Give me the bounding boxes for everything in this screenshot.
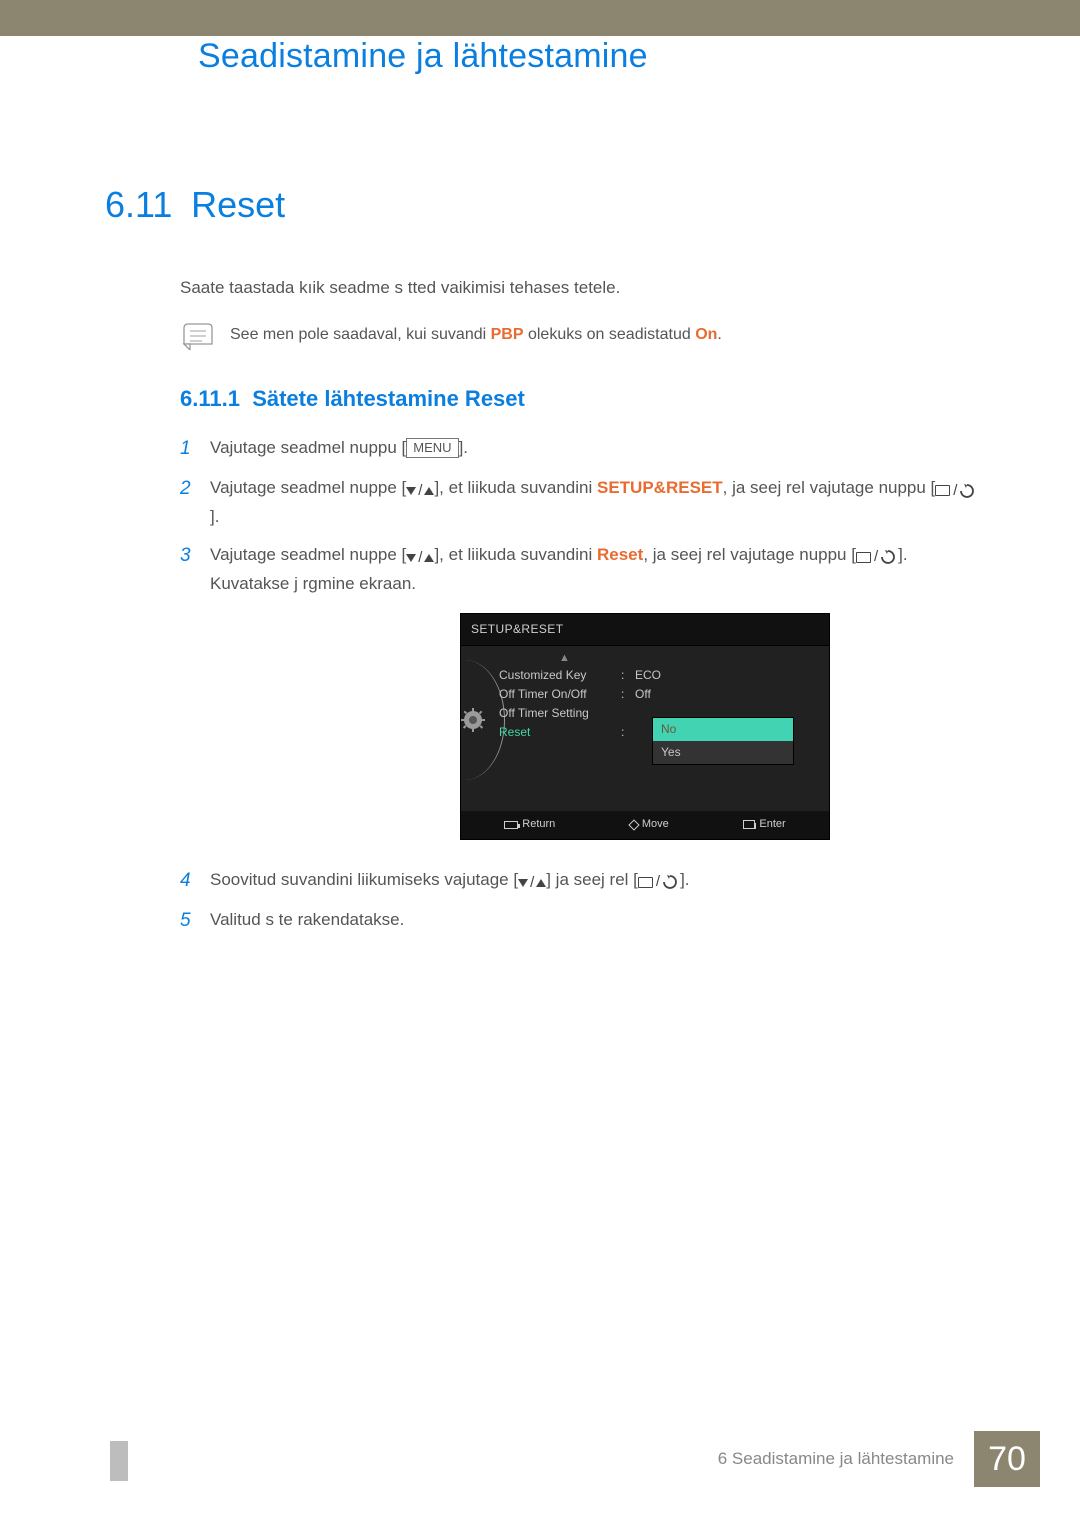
- enter-icon: /: [856, 545, 898, 569]
- section-heading: 6.11 Reset: [105, 184, 980, 226]
- osd-footer-label: Return: [522, 816, 555, 834]
- highlight: SETUP&RESET: [597, 478, 723, 497]
- note-icon: [180, 322, 216, 350]
- osd-footer-enter: Enter: [743, 816, 785, 834]
- osd-label: Off Timer Setting: [499, 704, 621, 723]
- note: See men pole saadaval, kui suvandi PBP o…: [180, 322, 980, 350]
- osd-footer-return: Return: [504, 816, 555, 834]
- step-number: 5: [180, 906, 210, 936]
- osd-up-arrow-icon: ▲: [499, 652, 819, 664]
- subsection-title: Sätete lähtestamine Reset: [252, 386, 525, 411]
- highlight: Reset: [597, 545, 643, 564]
- note-text-part: olekuks on seadistatud: [524, 326, 696, 343]
- step-5: 5 Valitud s te rakendatakse.: [180, 906, 980, 936]
- osd-title: SETUP&RESET: [461, 614, 829, 646]
- text: ].: [210, 507, 219, 526]
- return-icon: [504, 821, 518, 829]
- step-3: 3 Vajutage seadmel nuppe [/], et liikuda…: [180, 541, 980, 856]
- enter-icon: /: [935, 479, 977, 503]
- enter-icon: [743, 820, 755, 829]
- note-highlight: On: [695, 326, 717, 343]
- osd-label: Customized Key: [499, 666, 621, 685]
- osd-footer: Return Move Enter: [461, 811, 829, 839]
- footer-page-number: 70: [974, 1431, 1040, 1487]
- note-text: See men pole saadaval, kui suvandi PBP o…: [230, 322, 722, 346]
- chapter-title: Seadistamine ja lähtestamine: [198, 37, 648, 76]
- step-number: 1: [180, 434, 210, 464]
- section-intro: Saate taastada kıik seadme s tted vaikim…: [180, 278, 980, 298]
- osd-footer-move: Move: [630, 816, 669, 834]
- osd-colon: :: [621, 685, 635, 704]
- footer-accent-bar: [110, 1441, 128, 1481]
- move-icon: [628, 819, 639, 830]
- step-body: Vajutage seadmel nuppu [MENU].: [210, 434, 980, 461]
- step-1: 1 Vajutage seadmel nuppu [MENU].: [180, 434, 980, 464]
- menu-button-icon: MENU: [406, 438, 458, 458]
- section-title: Reset: [191, 184, 285, 225]
- page-content: 6.11 Reset Saate taastada kıik seadme s …: [0, 104, 1080, 936]
- text: ].: [680, 870, 689, 889]
- osd-colon: :: [621, 666, 635, 685]
- chapter-badge: [110, 24, 178, 76]
- text: Vajutage seadmel nuppe [: [210, 545, 406, 564]
- text: ] ja seej rel [: [546, 870, 638, 889]
- osd-left-decor: [461, 646, 497, 811]
- enter-icon: /: [638, 870, 680, 894]
- step-body: Valitud s te rakendatakse.: [210, 906, 980, 933]
- note-highlight: PBP: [491, 326, 524, 343]
- page-footer: 6 Seadistamine ja lähtestamine 70: [0, 1431, 1080, 1487]
- subsection-number: 6.11.1: [180, 386, 240, 411]
- text: , ja seej rel vajutage nuppu [: [723, 478, 936, 497]
- step-body: Soovitud suvandini liikumiseks vajutage …: [210, 866, 980, 895]
- step-2: 2 Vajutage seadmel nuppe [/], et liikuda…: [180, 474, 980, 530]
- step-4: 4 Soovitud suvandini liikumiseks vajutag…: [180, 866, 980, 896]
- subsection-heading: 6.11.1 Sätete lähtestamine Reset: [180, 386, 980, 412]
- step-list: 1 Vajutage seadmel nuppu [MENU]. 2 Vajut…: [180, 434, 980, 936]
- osd-screenshot: SETUP&RESET: [460, 613, 830, 840]
- text: Vajutage seadmel nuppu [: [210, 438, 406, 457]
- osd-footer-label: Move: [642, 816, 669, 834]
- osd-row: Off Timer On/Off : Off: [499, 685, 819, 704]
- text: Soovitud suvandini liikumiseks vajutage …: [210, 870, 518, 889]
- up-down-icon: /: [406, 546, 434, 570]
- step-number: 2: [180, 474, 210, 504]
- up-down-icon: /: [518, 871, 546, 895]
- note-text-part: See men pole saadaval, kui suvandi: [230, 326, 491, 343]
- text: Vajutage seadmel nuppe [: [210, 478, 406, 497]
- osd-colon: :: [621, 723, 635, 742]
- step-body: Vajutage seadmel nuppe [/], et liikuda s…: [210, 474, 980, 530]
- osd-value: Off: [635, 685, 819, 704]
- text: , ja seej rel vajutage nuppu [: [643, 545, 856, 564]
- osd-popup-option: Yes: [653, 741, 793, 764]
- osd-label-selected: Reset: [499, 723, 621, 742]
- text: ].: [459, 438, 468, 457]
- osd-value: ECO: [635, 666, 819, 685]
- osd-popup-option-selected: No: [653, 718, 793, 741]
- osd-popup: No Yes: [653, 718, 793, 764]
- gear-icon: [461, 708, 485, 732]
- osd-label: Off Timer On/Off: [499, 685, 621, 704]
- step-number: 4: [180, 866, 210, 896]
- text: ], et liikuda suvandini: [434, 478, 597, 497]
- osd-footer-label: Enter: [759, 816, 785, 834]
- osd-columns: ▲ Customized Key : ECO Off Timer On/Off …: [497, 646, 829, 811]
- footer-chapter-label: 6 Seadistamine ja lähtestamine: [718, 1431, 974, 1487]
- note-text-part: .: [717, 326, 721, 343]
- osd-row: Customized Key : ECO: [499, 666, 819, 685]
- osd-body: ▲ Customized Key : ECO Off Timer On/Off …: [461, 646, 829, 811]
- text: ], et liikuda suvandini: [434, 545, 597, 564]
- section-number: 6.11: [105, 184, 172, 225]
- chapter-header: Seadistamine ja lähtestamine: [0, 36, 1080, 104]
- up-down-icon: /: [406, 479, 434, 503]
- step-number: 3: [180, 541, 210, 571]
- step-body: Vajutage seadmel nuppe [/], et liikuda s…: [210, 541, 980, 856]
